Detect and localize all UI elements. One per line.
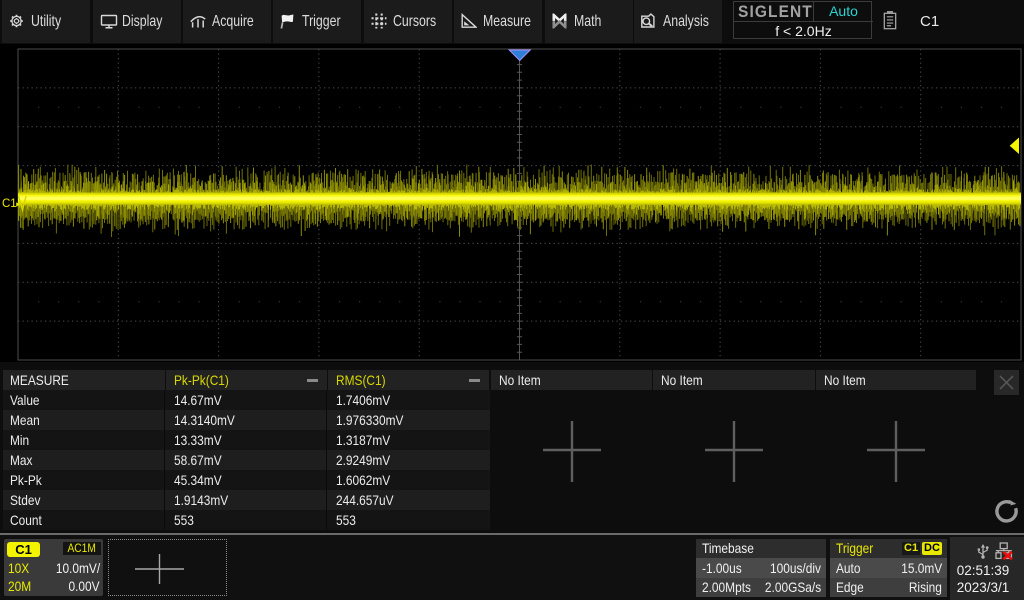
- svg-text:C1: C1: [2, 198, 17, 210]
